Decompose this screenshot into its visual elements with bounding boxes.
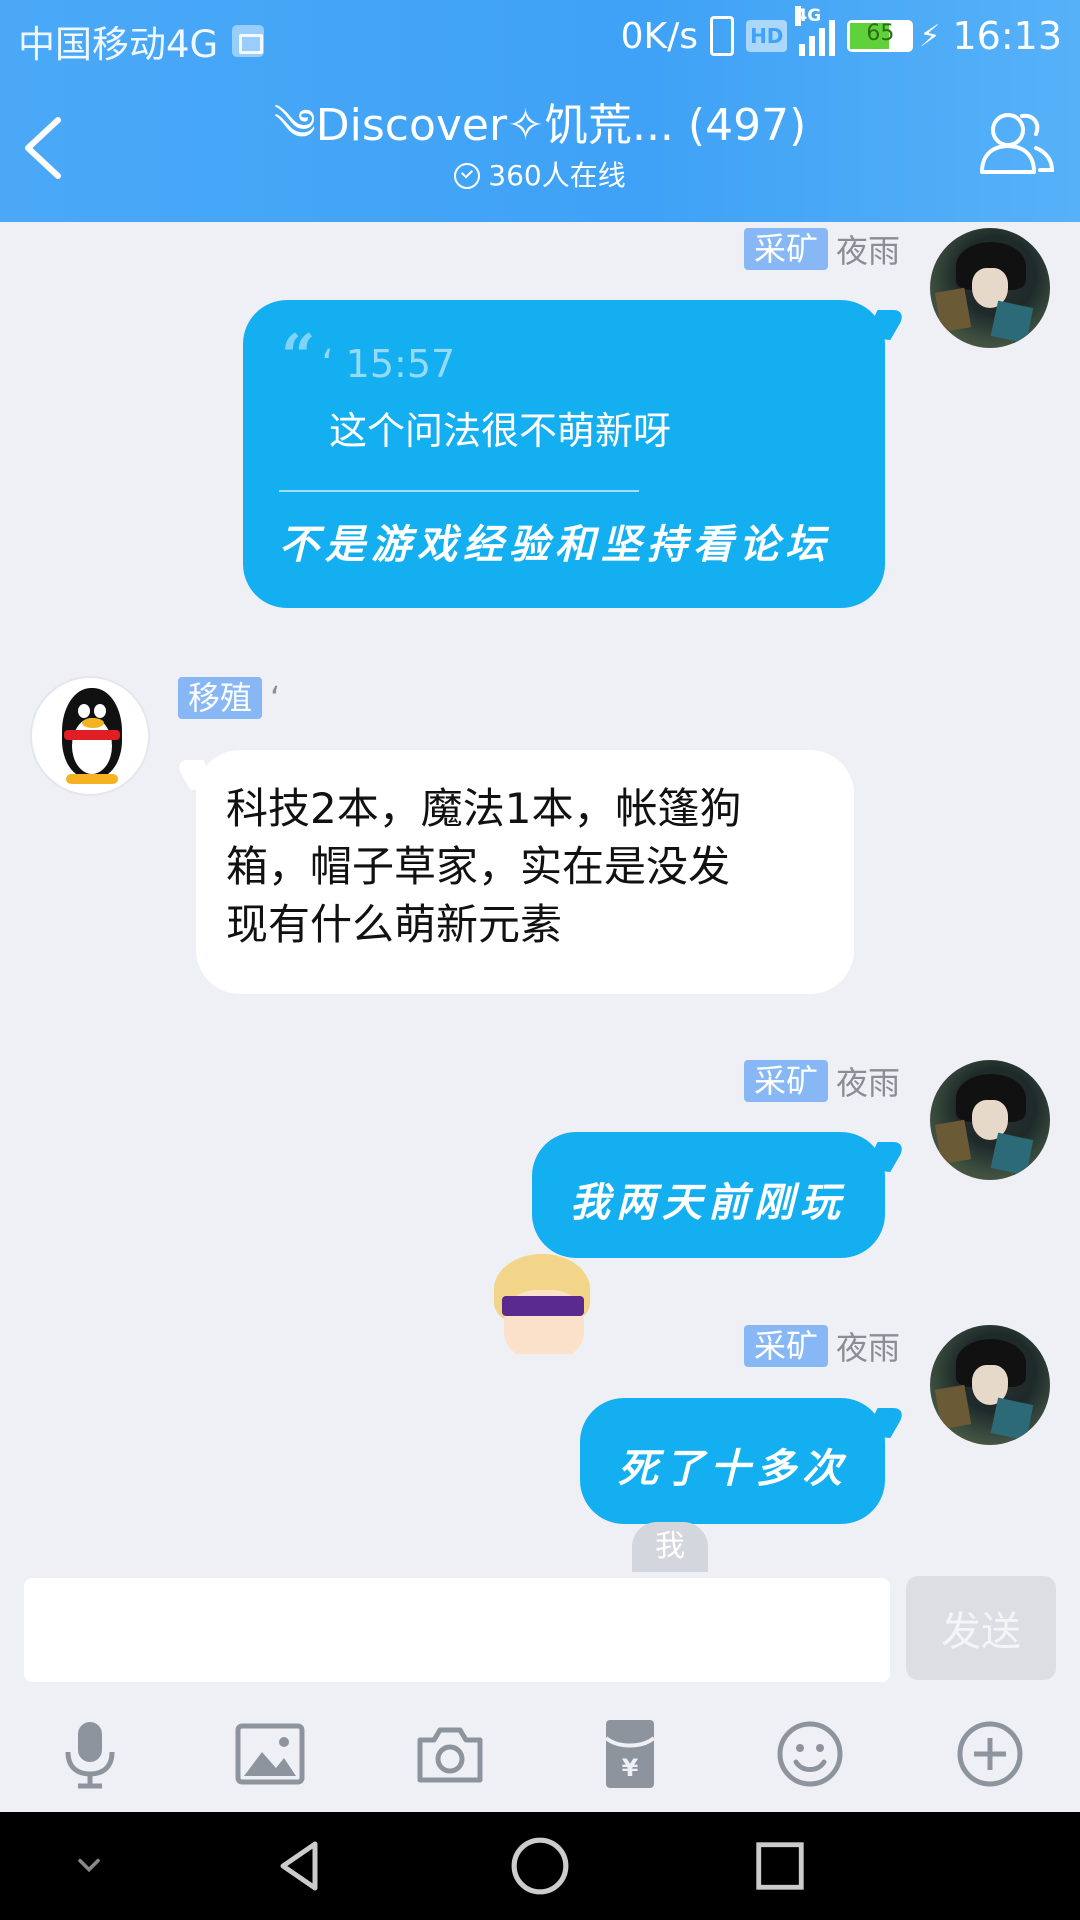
message-text: 死了十多次 [618, 1445, 848, 1492]
title-bar: 中国移动4G 0K/s HD 4G 65 ⚡ 16:13 ༄Discover✧饥… [0, 0, 1080, 222]
role-badge: 采矿 [743, 1060, 828, 1102]
battery-icon: 65 [847, 20, 914, 52]
red-packet-icon[interactable]: ¥ [580, 1704, 680, 1804]
role-badge: 采矿 [743, 228, 828, 270]
message-bubble[interactable]: “ ‘ 15:57 这个问法很不萌新呀 不是游戏经验和坚持看论坛 [243, 300, 908, 608]
sticker-avatar[interactable] [488, 1254, 598, 1354]
avatar[interactable] [930, 228, 1050, 348]
message-line: 现有什么萌新元素 [226, 900, 563, 949]
camera-icon[interactable] [400, 1704, 500, 1804]
online-status: 360人在线 [454, 156, 626, 196]
nav-recents-icon[interactable] [745, 1834, 815, 1898]
charging-icon: ⚡ [919, 18, 941, 54]
message-line: 科技2本，魔法1本，帐篷狗 [226, 784, 742, 833]
message-bubble[interactable]: 死了十多次 [580, 1398, 908, 1524]
sender-row: 采矿 夜雨 [743, 1325, 900, 1367]
avatar[interactable] [30, 676, 150, 796]
quoted-text: 这个问法很不萌新呀 [329, 409, 672, 453]
network-type: 4G [795, 6, 822, 26]
battery-level: 65 [866, 21, 895, 46]
sender-row: 移殖 ‘ [178, 677, 280, 719]
online-count: 360人在线 [488, 159, 626, 192]
network-speed: 0K/s [620, 15, 699, 57]
send-button[interactable]: 发送 [906, 1576, 1056, 1680]
group-name: ༄Discover✧饥荒... [273, 100, 674, 151]
emoji-icon[interactable] [760, 1704, 860, 1804]
sender-name: ‘ [270, 679, 281, 717]
back-arrow-icon[interactable] [18, 110, 74, 186]
microphone-icon[interactable] [40, 1704, 140, 1804]
online-check-icon [454, 163, 481, 189]
status-bar: 中国移动4G 0K/s HD 4G 65 ⚡ 16:13 [0, 0, 1080, 74]
input-area: 发送 ¥ [0, 1572, 1080, 1812]
group-members-icon[interactable] [974, 104, 1058, 188]
message-input[interactable] [24, 1578, 890, 1682]
message-line: 箱，帽子草家，实在是没发 [226, 842, 731, 891]
quote-time: ‘ 15:57 [321, 342, 456, 386]
message-text: 不是游戏经验和坚持看论坛 [279, 521, 831, 568]
sender-name: 夜雨 [835, 232, 900, 270]
nav-back-icon[interactable] [266, 1834, 336, 1898]
gallery-notification-icon [232, 25, 265, 57]
vibrate-icon [710, 16, 735, 56]
role-badge: 采矿 [743, 1325, 828, 1367]
signal-icon: 4G [795, 6, 836, 56]
hd-badge: HD [746, 20, 788, 52]
quote-divider [279, 490, 639, 492]
member-count: (497) [687, 100, 807, 151]
sender-row: 采矿 夜雨 [743, 1060, 900, 1102]
message-bubble[interactable]: 科技2本，魔法1本，帐篷狗 箱，帽子草家，实在是没发 现有什么萌新元素 [173, 750, 854, 994]
sender-name: 夜雨 [835, 1329, 900, 1367]
quote-mark-icon: “ [281, 322, 316, 392]
me-badge: 我 [632, 1522, 708, 1572]
image-icon[interactable] [220, 1704, 320, 1804]
chat-title[interactable]: ༄Discover✧饥荒... (497) 360人在线 [160, 98, 920, 196]
svg-text:¥: ¥ [622, 1754, 639, 1782]
message-list[interactable]: 采矿 夜雨 “ ‘ 15:57 这个问法很不萌新呀 不是游戏经验和坚持看论坛 移… [0, 222, 1080, 1572]
avatar[interactable] [930, 1325, 1050, 1445]
sender-row: 采矿 夜雨 [743, 228, 900, 270]
system-navigation-bar [0, 1812, 1080, 1920]
sender-name: 夜雨 [835, 1064, 900, 1102]
message-text: 我两天前刚玩 [570, 1179, 846, 1226]
toolbar: ¥ [0, 1704, 1080, 1804]
avatar[interactable] [930, 1060, 1050, 1180]
hide-keyboard-icon[interactable] [54, 1834, 124, 1898]
nav-home-icon[interactable] [505, 1834, 575, 1898]
plus-icon[interactable] [940, 1704, 1040, 1804]
clock: 16:13 [952, 14, 1062, 58]
role-badge: 移殖 [178, 677, 263, 719]
message-bubble[interactable]: 我两天前刚玩 [532, 1132, 908, 1258]
carrier-label: 中国移动4G [18, 23, 219, 66]
